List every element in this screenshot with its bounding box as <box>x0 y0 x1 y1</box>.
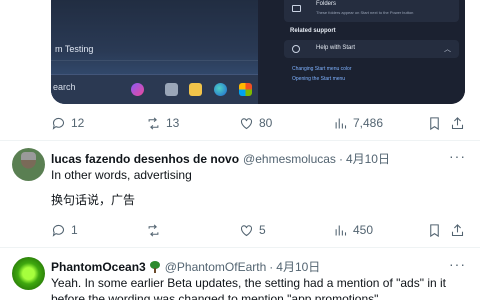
edge-browser-icon <box>214 83 227 96</box>
like-count: 5 <box>259 223 266 237</box>
media-related-title: Related support <box>290 28 336 34</box>
media-link-color: Changing Start menu color <box>292 66 352 72</box>
like-icon <box>240 224 253 236</box>
reply-count: 12 <box>71 116 85 130</box>
like-count: 80 <box>259 116 273 130</box>
tweet-divider <box>0 247 480 248</box>
more-icon[interactable]: ··· <box>449 148 466 164</box>
share-button[interactable] <box>450 221 465 239</box>
separator-dot: · <box>338 151 343 166</box>
media-desktop-pane: m Testing earch <box>51 0 258 104</box>
tweet-divider <box>0 140 480 141</box>
media-divider <box>51 60 258 61</box>
files-icon <box>165 83 178 96</box>
tweet-header: PhantomOcean3 @PhantomOfEarth · 4月10日 <box>51 258 320 275</box>
globe-icon <box>292 45 300 53</box>
like-button[interactable]: 5 <box>239 221 266 239</box>
media-folders-title: Folders <box>316 1 337 7</box>
chevron-up-icon: ︿ <box>444 46 451 53</box>
media-settings-pane: Folders These folders appear on Start ne… <box>260 0 465 104</box>
media-help-label: Help with Start <box>316 45 356 51</box>
tweet-text-line1: Yeah. In some earlier Beta updates, the … <box>51 276 446 290</box>
tweet-header: lucas fazendo desenhos de novo @ehmesmol… <box>51 150 390 167</box>
retweet-button[interactable]: 13 <box>146 114 179 132</box>
tweet-actions: 1 5 450 <box>51 221 465 239</box>
media-folders-setting: Folders These folders appear on Start ne… <box>284 0 459 22</box>
views-icon <box>335 225 347 235</box>
tweet-text-line1: In other words, advertising <box>51 168 192 182</box>
like-icon <box>240 117 253 129</box>
reply-count: 1 <box>71 223 78 237</box>
like-button[interactable]: 80 <box>239 114 272 132</box>
tweet-actions: 12 13 80 7,486 <box>51 114 465 132</box>
retweet-count: 13 <box>166 116 180 130</box>
media-folders-desc: These folders appear on Start next to th… <box>316 10 414 15</box>
author-name[interactable]: PhantomOcean3 <box>51 260 146 274</box>
share-icon <box>451 223 464 236</box>
bookmark-icon <box>430 116 439 130</box>
separator-dot: · <box>269 259 274 274</box>
reply-icon <box>52 224 65 237</box>
bookmark-icon <box>430 223 439 237</box>
bookmark-button[interactable] <box>427 221 442 239</box>
author-handle[interactable]: @ehmesmolucas <box>243 152 336 166</box>
share-button[interactable] <box>450 114 465 132</box>
store-icon <box>239 83 252 96</box>
avatar[interactable] <box>12 148 45 181</box>
folder-icon <box>189 83 202 96</box>
reply-button[interactable]: 1 <box>51 221 78 239</box>
views-count: 450 <box>353 223 374 237</box>
views-count: 7,486 <box>353 116 384 130</box>
unicorn-icon <box>131 83 144 96</box>
reply-icon <box>52 117 65 130</box>
media-taskbar: earch <box>51 74 258 104</box>
retweet-icon <box>148 116 159 130</box>
author-handle[interactable]: @PhantomOfEarth <box>165 260 267 274</box>
media-help-row: Help with Start ︿ <box>284 40 459 58</box>
tweet-media-image[interactable]: m Testing earch Folders These folders ap… <box>51 0 465 104</box>
tweet-text-line2: 换句话说，广告 <box>51 193 136 207</box>
retweet-button[interactable] <box>146 221 161 239</box>
views-icon <box>335 118 347 128</box>
tree-emoji-icon <box>149 260 161 273</box>
tweet-timestamp[interactable]: 4月10日 <box>346 150 390 167</box>
avatar[interactable] <box>12 257 45 290</box>
views-button[interactable]: 450 <box>333 221 373 239</box>
media-search-label: earch <box>53 82 76 92</box>
more-icon[interactable]: ··· <box>449 256 466 272</box>
tweet-timestamp[interactable]: 4月10日 <box>276 258 320 275</box>
reply-button[interactable]: 12 <box>51 114 84 132</box>
author-name[interactable]: lucas fazendo desenhos de novo <box>51 152 239 166</box>
views-button[interactable]: 7,486 <box>333 114 383 132</box>
tweet-text-line2: before the wording was changed to mentio… <box>51 292 382 300</box>
share-icon <box>451 116 464 129</box>
folder-outline-icon <box>292 5 301 12</box>
retweet-icon <box>148 223 159 237</box>
media-link-open: Opening the Start menu <box>292 76 346 82</box>
media-teams-label: m Testing <box>55 44 94 54</box>
bookmark-button[interactable] <box>427 114 442 132</box>
